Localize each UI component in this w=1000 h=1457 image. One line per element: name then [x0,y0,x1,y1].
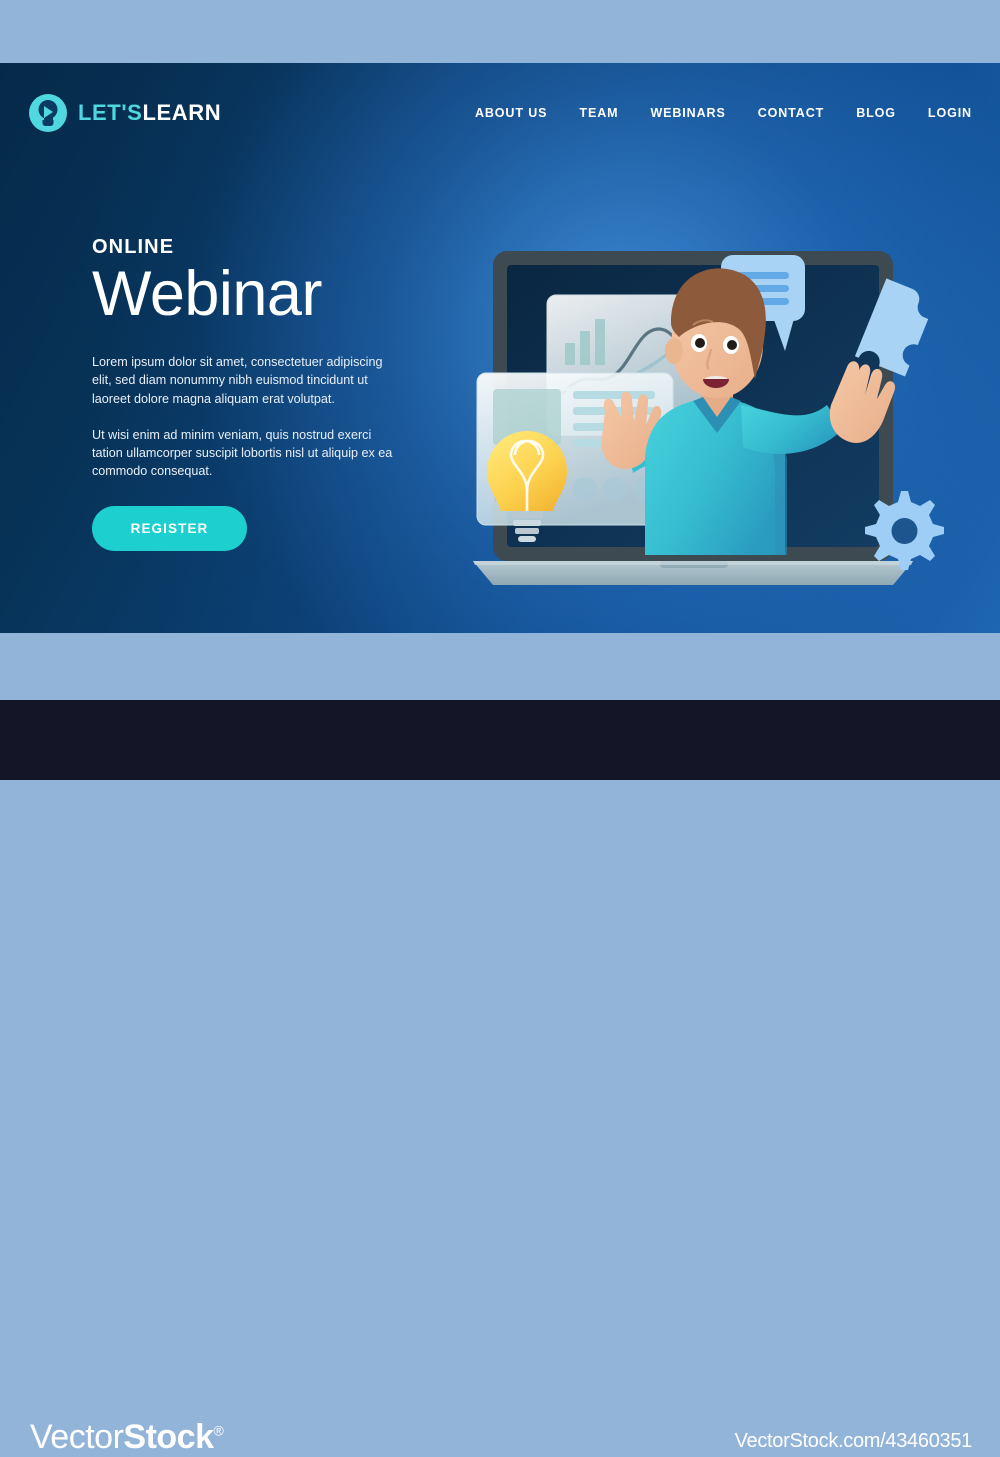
screenshot-stage: LET'SLEARN ABOUT US TEAM WEBINARS CONTAC… [0,0,1000,1456]
lightbulb-play-icon [29,94,67,132]
webinar-illustration [455,173,1000,633]
vectorstock-brand-bold: Stock [123,1418,214,1456]
nav-item-blog[interactable]: BLOG [856,106,896,120]
vectorstock-watermark-bar: VectorStock® VectorStock.com/43460351 [0,700,1000,1456]
nav-item-contact[interactable]: CONTACT [758,106,824,120]
landing-page-design: LET'SLEARN ABOUT US TEAM WEBINARS CONTAC… [0,63,1000,633]
vectorstock-url: VectorStock.com/43460351 [734,1430,973,1452]
gear-icon [865,491,944,570]
person-ear [665,338,683,364]
hero-paragraph-2: Ut wisi enim ad minim veniam, quis nostr… [92,427,393,479]
hero-headline: Webinar [92,259,322,329]
vectorstock-logo: VectorStock® [30,1418,224,1457]
lightbulb-base [511,511,543,518]
hero-eyebrow: ONLINE [92,236,175,258]
hero-copy: ONLINE Webinar Lorem ipsum dolor sit ame… [92,236,432,499]
nav-item-about-us[interactable]: ABOUT US [475,106,547,120]
site-logo[interactable]: LET'SLEARN [29,94,221,132]
content-card-dot-row [573,477,657,501]
vectorstock-brand-light: Vector [30,1418,124,1456]
nav-item-login[interactable]: LOGIN [928,106,972,120]
registered-mark: ® [213,1422,224,1439]
logo-text-primary: LET'S [78,100,143,125]
logo-wordmark: LET'SLEARN [78,100,221,126]
main-navigation: ABOUT US TEAM WEBINARS CONTACT BLOG LOGI… [475,106,972,120]
register-button[interactable]: REGISTER [92,506,247,551]
hero-paragraph-1: Lorem ipsum dolor sit amet, consectetuer… [92,355,383,406]
nav-item-team[interactable]: TEAM [579,106,618,120]
logo-text-secondary: LEARN [142,100,222,125]
nav-item-webinars[interactable]: WEBINARS [650,106,725,120]
